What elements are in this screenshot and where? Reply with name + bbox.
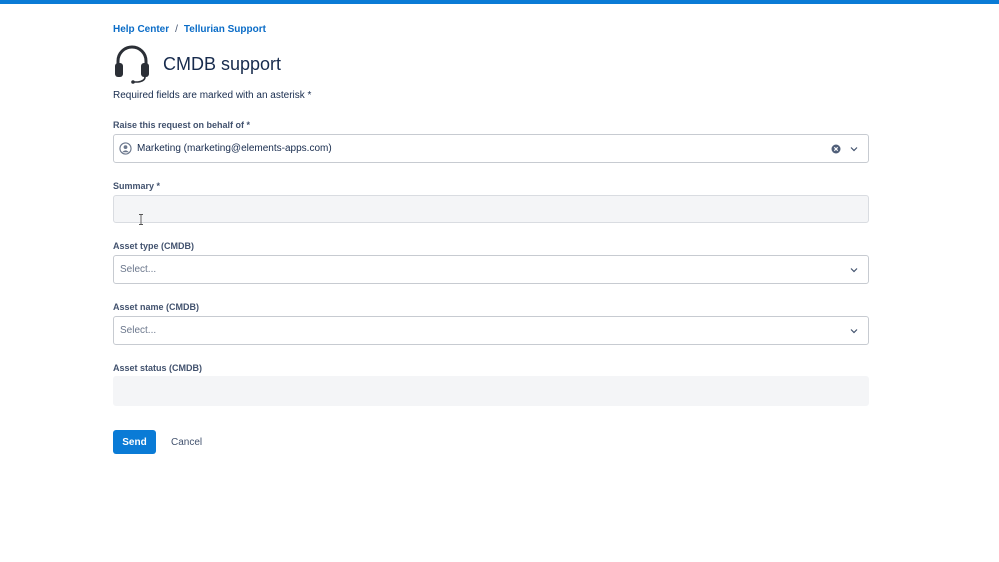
top-accent-bar	[0, 0, 999, 4]
clear-icon[interactable]	[831, 144, 841, 154]
on-behalf-value: Marketing (marketing@elements-apps.com)	[137, 143, 332, 154]
summary-input[interactable]	[113, 195, 869, 223]
breadcrumb-help-center[interactable]: Help Center	[113, 24, 169, 35]
text-cursor-icon	[139, 214, 143, 225]
asset-name-select[interactable]: Select...	[113, 316, 869, 345]
chevron-down-icon[interactable]	[849, 144, 859, 154]
breadcrumb-separator: /	[175, 24, 178, 35]
breadcrumb: Help Center / Tellurian Support	[113, 24, 266, 35]
on-behalf-select[interactable]: Marketing (marketing@elements-apps.com)	[113, 134, 869, 163]
page-header: CMDB support	[112, 44, 281, 84]
breadcrumb-tellurian-support[interactable]: Tellurian Support	[184, 24, 266, 35]
asset-name-label: Asset name (CMDB)	[113, 302, 200, 312]
asset-type-label: Asset type (CMDB)	[113, 241, 195, 251]
headset-icon	[115, 45, 149, 84]
asset-name-placeholder: Select...	[120, 325, 157, 336]
on-behalf-label: Raise this request on behalf of *	[113, 120, 251, 130]
send-button[interactable]: Send	[113, 430, 156, 454]
asset-type-placeholder: Select...	[120, 264, 157, 275]
summary-label: Summary *	[113, 181, 161, 191]
asset-status-label: Asset status (CMDB)	[113, 363, 203, 373]
page-title: CMDB support	[163, 53, 282, 74]
asset-status-field	[113, 376, 869, 406]
chevron-down-icon[interactable]	[849, 326, 859, 336]
user-icon	[119, 142, 132, 155]
required-fields-note: Required fields are marked with an aster…	[113, 90, 312, 101]
chevron-down-icon[interactable]	[849, 265, 859, 275]
cancel-button[interactable]: Cancel	[165, 430, 208, 454]
asset-type-select[interactable]: Select...	[113, 255, 869, 284]
